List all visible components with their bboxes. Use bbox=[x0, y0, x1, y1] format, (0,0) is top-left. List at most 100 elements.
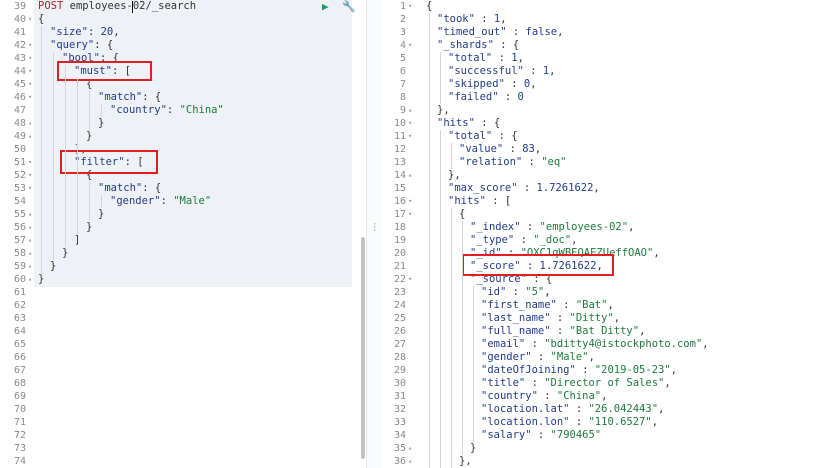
code-line: 71 bbox=[0, 416, 366, 429]
json-punct: , bbox=[628, 221, 635, 233]
fold-open-icon[interactable]: ▾ bbox=[28, 13, 32, 26]
fold-close-icon[interactable]: ▴ bbox=[28, 117, 32, 130]
line-number: 36 bbox=[393, 456, 406, 467]
code-line: 15 "max_score" : 1.7261622, bbox=[382, 182, 817, 195]
fold-close-icon[interactable]: ▴ bbox=[28, 130, 32, 143]
code-line: 46 ▾ "match": { bbox=[0, 91, 366, 104]
response-viewer[interactable]: 1 ▾{2 "took" : 1, 3 "timed_out" : false, 4 ▾ "_… bbox=[382, 0, 817, 468]
http-method: POST bbox=[38, 0, 64, 12]
fold-open-icon[interactable]: ▾ bbox=[408, 117, 412, 130]
json-punct: } bbox=[62, 247, 69, 259]
code-line: 69 bbox=[0, 390, 366, 403]
code-line: 58 ▴} bbox=[0, 247, 366, 260]
fold-close-icon[interactable]: ▴ bbox=[28, 221, 32, 234]
code-line: 52 ▾{ bbox=[0, 169, 366, 182]
json-punct: , bbox=[557, 26, 564, 38]
code-text: ] bbox=[38, 234, 80, 247]
code-text: "value" : 83, bbox=[426, 143, 541, 156]
json-value: 1.7261622 bbox=[536, 182, 594, 194]
fold-open-icon[interactable]: ▾ bbox=[408, 195, 412, 208]
json-punct: , bbox=[601, 390, 608, 402]
fold-open-icon[interactable]: ▾ bbox=[28, 91, 32, 104]
json-punct: , bbox=[113, 26, 120, 38]
fold-open-icon[interactable]: ▾ bbox=[28, 156, 32, 169]
wrench-icon[interactable]: 🔧 bbox=[342, 1, 356, 13]
fold-open-icon[interactable]: ▾ bbox=[408, 39, 412, 52]
code-line: 60 ▴} bbox=[0, 273, 366, 286]
fold-open-icon[interactable]: ▾ bbox=[28, 78, 32, 91]
json-string: "Male" bbox=[173, 195, 212, 207]
json-punct: : bbox=[160, 195, 174, 207]
code-line: 26 "full_name" : "Bat Ditty", bbox=[382, 325, 817, 338]
json-punct: : bbox=[474, 13, 494, 25]
code-line: 9 ▴}, bbox=[382, 104, 817, 117]
fold-close-icon[interactable]: ▴ bbox=[28, 234, 32, 247]
json-string: "5" bbox=[525, 286, 545, 298]
json-punct: } bbox=[98, 208, 105, 220]
json-punct: , bbox=[534, 143, 542, 155]
fold-open-icon[interactable]: ▾ bbox=[28, 39, 32, 52]
fold-open-icon[interactable]: ▾ bbox=[408, 130, 412, 143]
fold-close-icon[interactable]: ▴ bbox=[408, 104, 412, 117]
line-number: 17 bbox=[393, 209, 406, 220]
fold-open-icon[interactable]: ▾ bbox=[408, 273, 412, 286]
indent-guide bbox=[89, 182, 90, 221]
fold-close-icon[interactable]: ▴ bbox=[28, 260, 32, 273]
json-punct: : bbox=[531, 429, 551, 441]
fold-open-icon[interactable]: ▾ bbox=[28, 65, 32, 78]
json-key: "title" bbox=[481, 377, 526, 389]
code-line: 13 "relation" : "eq" bbox=[382, 156, 817, 169]
json-punct: : bbox=[520, 221, 540, 233]
fold-close-icon[interactable]: ▴ bbox=[28, 273, 32, 286]
json-key: "total" bbox=[448, 130, 493, 142]
code-line: 68 bbox=[0, 377, 366, 390]
line-number: 60 bbox=[13, 274, 26, 285]
line-number: 33 bbox=[393, 417, 406, 428]
play-icon[interactable]: ▶ bbox=[322, 1, 334, 13]
code-line: 44 ▾ "must": [ bbox=[0, 65, 366, 78]
code-line: 47 "country": "China" bbox=[0, 104, 366, 117]
fold-open-icon[interactable]: ▾ bbox=[28, 169, 32, 182]
fold-open-icon[interactable]: ▾ bbox=[408, 208, 412, 221]
fold-close-icon[interactable]: ▴ bbox=[28, 247, 32, 260]
line-number: 20 bbox=[393, 248, 406, 259]
fold-open-icon[interactable]: ▾ bbox=[408, 0, 412, 13]
line-number: 54 bbox=[13, 196, 26, 207]
line-number: 45 bbox=[13, 79, 26, 90]
line-number: 39 bbox=[13, 1, 26, 12]
code-text: "first_name" : "Bat", bbox=[426, 299, 614, 312]
json-punct: } bbox=[86, 130, 93, 142]
code-text: "hits" : { bbox=[426, 117, 500, 130]
fold-open-icon[interactable]: ▾ bbox=[28, 52, 32, 65]
fold-open-icon[interactable]: ▾ bbox=[28, 182, 32, 195]
json-punct: : bbox=[498, 91, 518, 103]
code-line: 19 "_type" : "_doc", bbox=[382, 234, 817, 247]
line-number: 34 bbox=[393, 430, 406, 441]
json-punct: : bbox=[569, 416, 589, 428]
line-number: 63 bbox=[13, 313, 26, 324]
json-punct: , bbox=[664, 377, 671, 389]
line-number: 6 bbox=[399, 66, 406, 77]
fold-close-icon[interactable]: ▴ bbox=[408, 169, 412, 182]
code-line: 23 "id" : "5", bbox=[382, 286, 817, 299]
json-key: "location.lat" bbox=[481, 403, 570, 415]
fold-close-icon[interactable]: ▴ bbox=[408, 455, 412, 468]
request-editor[interactable]: 39 POST employees-02/_search 40 ▾{41 "size":… bbox=[0, 0, 366, 468]
fold-close-icon[interactable]: ▴ bbox=[408, 442, 412, 455]
line-number: 48 bbox=[13, 118, 26, 129]
json-punct: ] bbox=[74, 234, 81, 246]
code-line: 56 ▴} bbox=[0, 221, 366, 234]
line-number: 66 bbox=[13, 352, 26, 363]
json-punct: : { bbox=[474, 117, 501, 129]
fold-close-icon[interactable]: ▴ bbox=[28, 208, 32, 221]
code-line: 65 bbox=[0, 338, 366, 351]
indent-guide bbox=[101, 195, 102, 208]
line-number: 29 bbox=[393, 365, 406, 376]
json-string: "790465" bbox=[550, 429, 602, 441]
code-line: 2 "took" : 1, bbox=[382, 13, 817, 26]
json-punct: }, bbox=[459, 455, 472, 467]
code-line: 62 bbox=[0, 299, 366, 312]
json-punct: : bbox=[522, 156, 542, 168]
request-scrollbar[interactable] bbox=[361, 237, 365, 459]
code-text: "full_name" : "Bat Ditty", bbox=[426, 325, 645, 338]
